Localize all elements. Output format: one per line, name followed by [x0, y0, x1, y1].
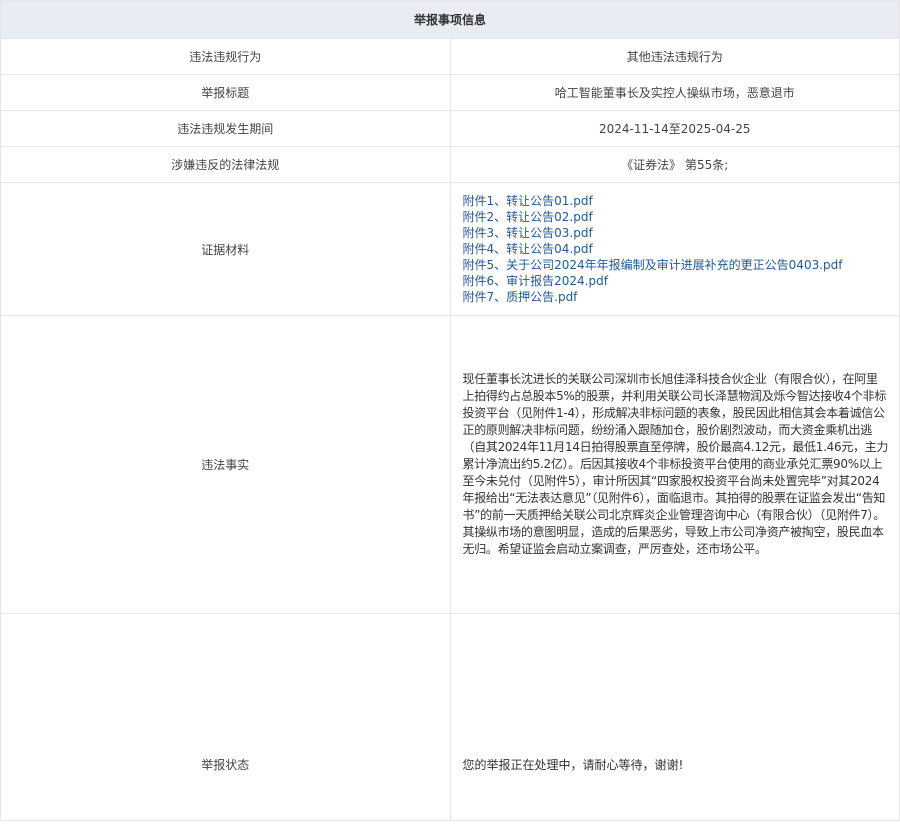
violation-period-value: 2024-11-14至2025-04-25	[449, 110, 900, 147]
laws-involved-row: 涉嫌违反的法律法规 《证券法》 第55条;	[0, 146, 900, 183]
evidence-row: 证据材料 附件1、转让公告01.pdf 附件2、转让公告02.pdf 附件3、转…	[0, 182, 900, 316]
laws-involved-label: 涉嫌违反的法律法规	[0, 146, 451, 183]
violation-type-value: 其他违法违规行为	[449, 38, 900, 75]
report-title-row: 举报标题 哈工智能董事长及实控人操纵市场，恶意退市	[0, 74, 900, 111]
violation-period-label: 违法违规发生期间	[0, 110, 451, 147]
status-value-cell: 您的举报正在处理中，请耐心等待，谢谢!	[449, 613, 900, 821]
report-title-label: 举报标题	[0, 74, 451, 111]
attachment-list: 附件1、转让公告01.pdf 附件2、转让公告02.pdf 附件3、转让公告03…	[463, 193, 890, 305]
attachment-link-6[interactable]: 附件6、审计报告2024.pdf	[463, 273, 890, 289]
attachment-link-2[interactable]: 附件2、转让公告02.pdf	[463, 209, 890, 225]
attachment-link-4[interactable]: 附件4、转让公告04.pdf	[463, 241, 890, 257]
report-title-value: 哈工智能董事长及实控人操纵市场，恶意退市	[449, 74, 900, 111]
section-header: 举报事项信息	[0, 0, 900, 39]
status-row: 举报状态 您的举报正在处理中，请耐心等待，谢谢!	[0, 613, 900, 821]
laws-involved-value: 《证券法》 第55条;	[449, 146, 900, 183]
status-label: 举报状态	[201, 757, 250, 772]
evidence-label: 证据材料	[0, 182, 451, 316]
violation-type-row: 违法违规行为 其他违法违规行为	[0, 38, 900, 75]
attachment-link-1[interactable]: 附件1、转让公告01.pdf	[463, 193, 890, 209]
violation-type-label: 违法违规行为	[0, 38, 451, 75]
status-label-cell: 举报状态	[0, 613, 451, 821]
report-details-table: 举报事项信息 违法违规行为 其他违法违规行为 举报标题 哈工智能董事长及实控人操…	[0, 0, 900, 821]
violation-period-row: 违法违规发生期间 2024-11-14至2025-04-25	[0, 110, 900, 147]
facts-label: 违法事实	[0, 315, 451, 614]
status-value: 您的举报正在处理中，请耐心等待，谢谢!	[462, 757, 684, 772]
attachment-link-5[interactable]: 附件5、关于公司2024年年报编制及审计进展补充的更正公告0403.pdf	[463, 257, 890, 273]
facts-value-cell: 现任董事长沈进长的关联公司深圳市长旭佳泽科技合伙企业（有限合伙），在阿里上拍得约…	[449, 315, 900, 614]
facts-value: 现任董事长沈进长的关联公司深圳市长旭佳泽科技合伙企业（有限合伙），在阿里上拍得约…	[462, 372, 889, 556]
attachment-link-3[interactable]: 附件3、转让公告03.pdf	[463, 225, 890, 241]
facts-row: 违法事实 现任董事长沈进长的关联公司深圳市长旭佳泽科技合伙企业（有限合伙），在阿…	[0, 315, 900, 614]
evidence-value: 附件1、转让公告01.pdf 附件2、转让公告02.pdf 附件3、转让公告03…	[449, 182, 900, 316]
attachment-link-7[interactable]: 附件7、质押公告.pdf	[463, 289, 890, 305]
